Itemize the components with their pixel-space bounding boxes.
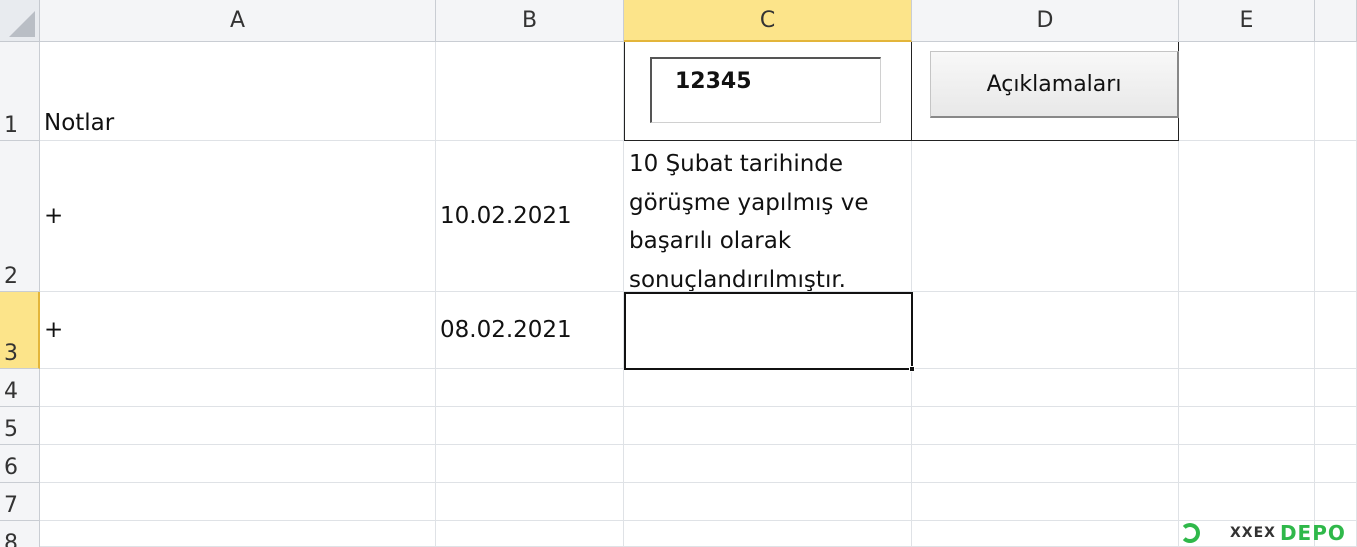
cell-c2-text: 10 Şubat tarihinde görüşme yapılmış ve b… (629, 151, 869, 292)
cell-e1[interactable] (1179, 42, 1315, 141)
row-header-5[interactable]: 5 (0, 407, 40, 445)
cell-c7[interactable] (624, 483, 912, 521)
cell-a3-text: + (44, 317, 64, 343)
cell-a2-text: + (44, 203, 64, 229)
column-header-d[interactable]: D (912, 0, 1179, 42)
select-all-triangle-icon (9, 11, 35, 37)
cell-a1-text: Notlar (44, 110, 115, 136)
cell-f3[interactable] (1315, 292, 1357, 369)
column-header-b[interactable]: B (436, 0, 624, 42)
row-header-8[interactable]: 8 (0, 521, 40, 547)
watermark-small-text: XXEX (1230, 524, 1276, 541)
cell-b4[interactable] (436, 369, 624, 407)
cell-d7[interactable] (912, 483, 1179, 521)
watermark-ring-icon (1180, 522, 1200, 543)
aciklamalari-button[interactable]: Açıklamaları (930, 51, 1179, 118)
cell-b2[interactable]: 10.02.2021 (436, 141, 624, 292)
cell-f6[interactable] (1315, 445, 1357, 483)
cell-f1[interactable] (1315, 42, 1357, 141)
cell-a7[interactable] (40, 483, 436, 521)
cell-e5[interactable] (1179, 407, 1315, 445)
cell-f2[interactable] (1315, 141, 1357, 292)
column-header-f[interactable] (1315, 0, 1357, 42)
cell-f7[interactable] (1315, 483, 1357, 521)
cell-a2[interactable]: + (40, 141, 436, 292)
column-header-c[interactable]: C (624, 0, 912, 42)
cell-a8[interactable] (40, 521, 436, 547)
cell-f5[interactable] (1315, 407, 1357, 445)
cell-b6[interactable] (436, 445, 624, 483)
cell-d5[interactable] (912, 407, 1179, 445)
cell-c2[interactable]: 10 Şubat tarihinde görüşme yapılmış ve b… (624, 141, 912, 292)
cell-d6[interactable] (912, 445, 1179, 483)
value-textbox[interactable]: 12345 (650, 57, 881, 123)
cell-a4[interactable] (40, 369, 436, 407)
column-header-e[interactable]: E (1179, 0, 1315, 42)
cell-c5[interactable] (624, 407, 912, 445)
cell-a6[interactable] (40, 445, 436, 483)
row-header-4[interactable]: 4 (0, 369, 40, 407)
column-header-a[interactable]: A (40, 0, 436, 42)
watermark-brand-text: DEPO (1279, 520, 1346, 545)
cell-e3[interactable] (1179, 292, 1315, 369)
cell-e2[interactable] (1179, 141, 1315, 292)
cell-f4[interactable] (1315, 369, 1357, 407)
cell-e6[interactable] (1179, 445, 1315, 483)
cell-a3[interactable]: + (40, 292, 436, 369)
cell-b1[interactable] (436, 42, 624, 141)
cell-b3-text: 08.02.2021 (440, 317, 572, 343)
cell-c4[interactable] (624, 369, 912, 407)
row-header-2[interactable]: 2 (0, 141, 40, 292)
row-header-3[interactable]: 3 (0, 292, 40, 369)
c1-d1-divider (911, 42, 912, 141)
cell-b8[interactable] (436, 521, 624, 547)
fill-handle[interactable] (909, 366, 915, 372)
cell-d2[interactable] (912, 141, 1179, 292)
cell-b3[interactable]: 08.02.2021 (436, 292, 624, 369)
cell-c6[interactable] (624, 445, 912, 483)
select-all-corner[interactable] (0, 0, 40, 42)
cell-a1[interactable]: Notlar (40, 42, 436, 141)
cell-b7[interactable] (436, 483, 624, 521)
row-header-6[interactable]: 6 (0, 445, 40, 483)
active-cell-selection[interactable] (624, 292, 915, 372)
cell-c8[interactable] (624, 521, 912, 547)
cell-d4[interactable] (912, 369, 1179, 407)
watermark-logo: XXEX DEPO (1180, 518, 1357, 547)
cell-e7[interactable] (1179, 483, 1315, 521)
cell-a5[interactable] (40, 407, 436, 445)
cell-b5[interactable] (436, 407, 624, 445)
cell-e4[interactable] (1179, 369, 1315, 407)
cell-d3[interactable] (912, 292, 1179, 369)
spreadsheet-grid: A B C D E 1 2 3 4 5 6 7 8 Notlar + 10.02… (0, 0, 1357, 547)
cell-d8[interactable] (912, 521, 1179, 547)
row-header-1[interactable]: 1 (0, 42, 40, 141)
row-header-7[interactable]: 7 (0, 483, 40, 521)
cell-b2-text: 10.02.2021 (440, 203, 572, 229)
